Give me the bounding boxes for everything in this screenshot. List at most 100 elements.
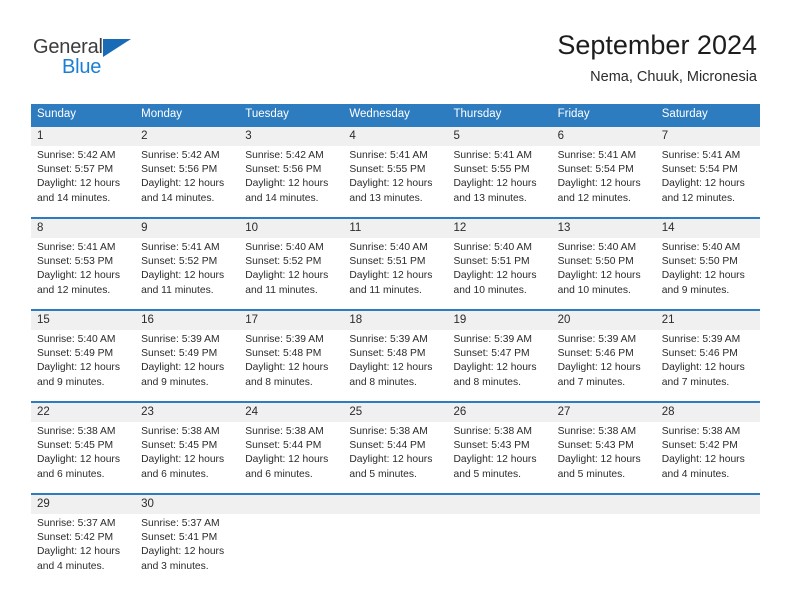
daylight-text-line1: Daylight: 12 hours — [245, 362, 329, 374]
daylight-text-line2: and 8 minutes. — [245, 376, 313, 388]
day-cell[interactable]: Sunrise: 5:40 AM Sunset: 5:50 PM Dayligh… — [656, 238, 760, 309]
day-cell[interactable]: Sunrise: 5:38 AM Sunset: 5:44 PM Dayligh… — [343, 422, 447, 493]
day-number[interactable]: 15 — [31, 311, 135, 330]
day-cell[interactable]: Sunrise: 5:39 AM Sunset: 5:47 PM Dayligh… — [448, 330, 552, 401]
day-cell[interactable]: Sunrise: 5:39 AM Sunset: 5:48 PM Dayligh… — [343, 330, 447, 401]
day-number[interactable]: 2 — [135, 127, 239, 146]
day-number[interactable]: 16 — [135, 311, 239, 330]
day-number[interactable]: 6 — [552, 127, 656, 146]
sunrise-text: Sunrise: 5:41 AM — [557, 150, 637, 161]
daylight-text-line1: Daylight: 12 hours — [245, 270, 329, 282]
sunrise-text: Sunrise: 5:40 AM — [557, 242, 637, 253]
page-header: General Blue September 2024 Nema, Chuuk,… — [0, 0, 792, 100]
day-cell[interactable]: Sunrise: 5:38 AM Sunset: 5:45 PM Dayligh… — [31, 422, 135, 493]
daylight-text-line2: and 14 minutes. — [245, 192, 319, 204]
day-number[interactable]: 12 — [448, 219, 552, 238]
day-cell[interactable]: Sunrise: 5:38 AM Sunset: 5:42 PM Dayligh… — [656, 422, 760, 493]
daylight-text-line2: and 5 minutes. — [349, 468, 417, 480]
sunrise-text: Sunrise: 5:38 AM — [245, 426, 324, 437]
day-number[interactable]: 4 — [343, 127, 447, 146]
week-detail-band: Sunrise: 5:41 AM Sunset: 5:53 PM Dayligh… — [31, 238, 760, 309]
day-number[interactable]: 20 — [552, 311, 656, 330]
day-number[interactable]: 22 — [31, 403, 135, 422]
daylight-text-line2: and 5 minutes. — [453, 468, 522, 480]
day-cell[interactable]: Sunrise: 5:40 AM Sunset: 5:49 PM Dayligh… — [31, 330, 135, 401]
day-cell[interactable]: Sunrise: 5:38 AM Sunset: 5:43 PM Dayligh… — [552, 422, 656, 493]
day-number[interactable]: 10 — [239, 219, 343, 238]
day-number[interactable]: 26 — [448, 403, 552, 422]
day-cell[interactable]: Sunrise: 5:39 AM Sunset: 5:46 PM Dayligh… — [552, 330, 656, 401]
calendar-grid: Sunday Monday Tuesday Wednesday Thursday… — [31, 104, 760, 585]
day-number[interactable]: 25 — [343, 403, 447, 422]
sunset-text: Sunset: 5:54 PM — [557, 164, 634, 176]
daylight-text-line2: and 12 minutes. — [37, 284, 111, 296]
sunset-text: Sunset: 5:55 PM — [349, 164, 426, 176]
day-cell[interactable]: Sunrise: 5:42 AM Sunset: 5:57 PM Dayligh… — [31, 146, 135, 217]
day-cell[interactable]: Sunrise: 5:40 AM Sunset: 5:52 PM Dayligh… — [239, 238, 343, 309]
day-cell[interactable]: Sunrise: 5:38 AM Sunset: 5:43 PM Dayligh… — [448, 422, 552, 493]
day-number[interactable]: 27 — [552, 403, 656, 422]
day-cell[interactable]: Sunrise: 5:38 AM Sunset: 5:44 PM Dayligh… — [239, 422, 343, 493]
day-number[interactable]: 30 — [135, 495, 239, 514]
day-number[interactable]: 1 — [31, 127, 135, 146]
week-row: 15 16 17 18 19 20 21 Sunrise: 5:40 AM Su… — [31, 309, 760, 401]
day-cell[interactable]: Sunrise: 5:38 AM Sunset: 5:45 PM Dayligh… — [135, 422, 239, 493]
day-number[interactable]: 17 — [239, 311, 343, 330]
sunrise-text: Sunrise: 5:40 AM — [349, 242, 428, 253]
sunset-text: Sunset: 5:56 PM — [141, 164, 218, 176]
week-day-number-band: 15 16 17 18 19 20 21 — [31, 311, 760, 330]
day-cell[interactable]: Sunrise: 5:39 AM Sunset: 5:46 PM Dayligh… — [656, 330, 760, 401]
day-cell[interactable]: Sunrise: 5:41 AM Sunset: 5:52 PM Dayligh… — [135, 238, 239, 309]
general-blue-logo[interactable]: General Blue — [33, 36, 153, 84]
day-cell[interactable]: Sunrise: 5:37 AM Sunset: 5:41 PM Dayligh… — [135, 514, 239, 585]
day-cell[interactable]: Sunrise: 5:39 AM Sunset: 5:49 PM Dayligh… — [135, 330, 239, 401]
day-cell[interactable]: Sunrise: 5:39 AM Sunset: 5:48 PM Dayligh… — [239, 330, 343, 401]
sunrise-text: Sunrise: 5:40 AM — [245, 242, 324, 253]
sunrise-text: Sunrise: 5:41 AM — [453, 150, 532, 161]
day-cell[interactable]: Sunrise: 5:37 AM Sunset: 5:42 PM Dayligh… — [31, 514, 135, 585]
daylight-text-line1: Daylight: 12 hours — [557, 362, 641, 374]
day-number-empty — [343, 495, 447, 514]
day-cell[interactable]: Sunrise: 5:41 AM Sunset: 5:54 PM Dayligh… — [656, 146, 760, 217]
day-number[interactable]: 28 — [656, 403, 760, 422]
daylight-text-line2: and 10 minutes. — [557, 284, 631, 296]
day-number[interactable]: 3 — [239, 127, 343, 146]
day-cell[interactable]: Sunrise: 5:41 AM Sunset: 5:54 PM Dayligh… — [552, 146, 656, 217]
day-number[interactable]: 8 — [31, 219, 135, 238]
day-number[interactable]: 7 — [656, 127, 760, 146]
daylight-text-line1: Daylight: 12 hours — [557, 454, 641, 466]
day-number[interactable]: 19 — [448, 311, 552, 330]
day-number[interactable]: 18 — [343, 311, 447, 330]
sunrise-text: Sunrise: 5:39 AM — [245, 334, 324, 345]
sunset-text: Sunset: 5:44 PM — [349, 440, 426, 452]
week-detail-band: Sunrise: 5:38 AM Sunset: 5:45 PM Dayligh… — [31, 422, 760, 493]
day-number[interactable]: 21 — [656, 311, 760, 330]
sunrise-text: Sunrise: 5:40 AM — [661, 242, 741, 253]
day-cell[interactable]: Sunrise: 5:41 AM Sunset: 5:55 PM Dayligh… — [343, 146, 447, 217]
sunrise-text: Sunrise: 5:39 AM — [141, 334, 220, 345]
day-number[interactable]: 23 — [135, 403, 239, 422]
daylight-text-line2: and 8 minutes. — [453, 376, 522, 388]
daylight-text-line1: Daylight: 12 hours — [141, 546, 225, 558]
sunset-text: Sunset: 5:44 PM — [245, 440, 322, 452]
day-number[interactable]: 11 — [343, 219, 447, 238]
day-cell[interactable]: Sunrise: 5:40 AM Sunset: 5:51 PM Dayligh… — [448, 238, 552, 309]
sunrise-text: Sunrise: 5:42 AM — [37, 150, 116, 161]
day-cell[interactable]: Sunrise: 5:41 AM Sunset: 5:53 PM Dayligh… — [31, 238, 135, 309]
day-number[interactable]: 24 — [239, 403, 343, 422]
day-cell[interactable]: Sunrise: 5:42 AM Sunset: 5:56 PM Dayligh… — [239, 146, 343, 217]
daylight-text-line1: Daylight: 12 hours — [661, 454, 745, 466]
day-cell[interactable]: Sunrise: 5:42 AM Sunset: 5:56 PM Dayligh… — [135, 146, 239, 217]
day-cell[interactable]: Sunrise: 5:40 AM Sunset: 5:51 PM Dayligh… — [343, 238, 447, 309]
day-number[interactable]: 29 — [31, 495, 135, 514]
day-number[interactable]: 13 — [552, 219, 656, 238]
day-cell[interactable]: Sunrise: 5:41 AM Sunset: 5:55 PM Dayligh… — [448, 146, 552, 217]
day-number[interactable]: 9 — [135, 219, 239, 238]
day-cell[interactable]: Sunrise: 5:40 AM Sunset: 5:50 PM Dayligh… — [552, 238, 656, 309]
daylight-text-line2: and 11 minutes. — [245, 284, 318, 296]
daylight-text-line1: Daylight: 12 hours — [349, 454, 433, 466]
daylight-text-line2: and 3 minutes. — [141, 560, 209, 572]
day-number[interactable]: 14 — [656, 219, 760, 238]
daylight-text-line2: and 7 minutes. — [661, 376, 730, 388]
day-number[interactable]: 5 — [448, 127, 552, 146]
